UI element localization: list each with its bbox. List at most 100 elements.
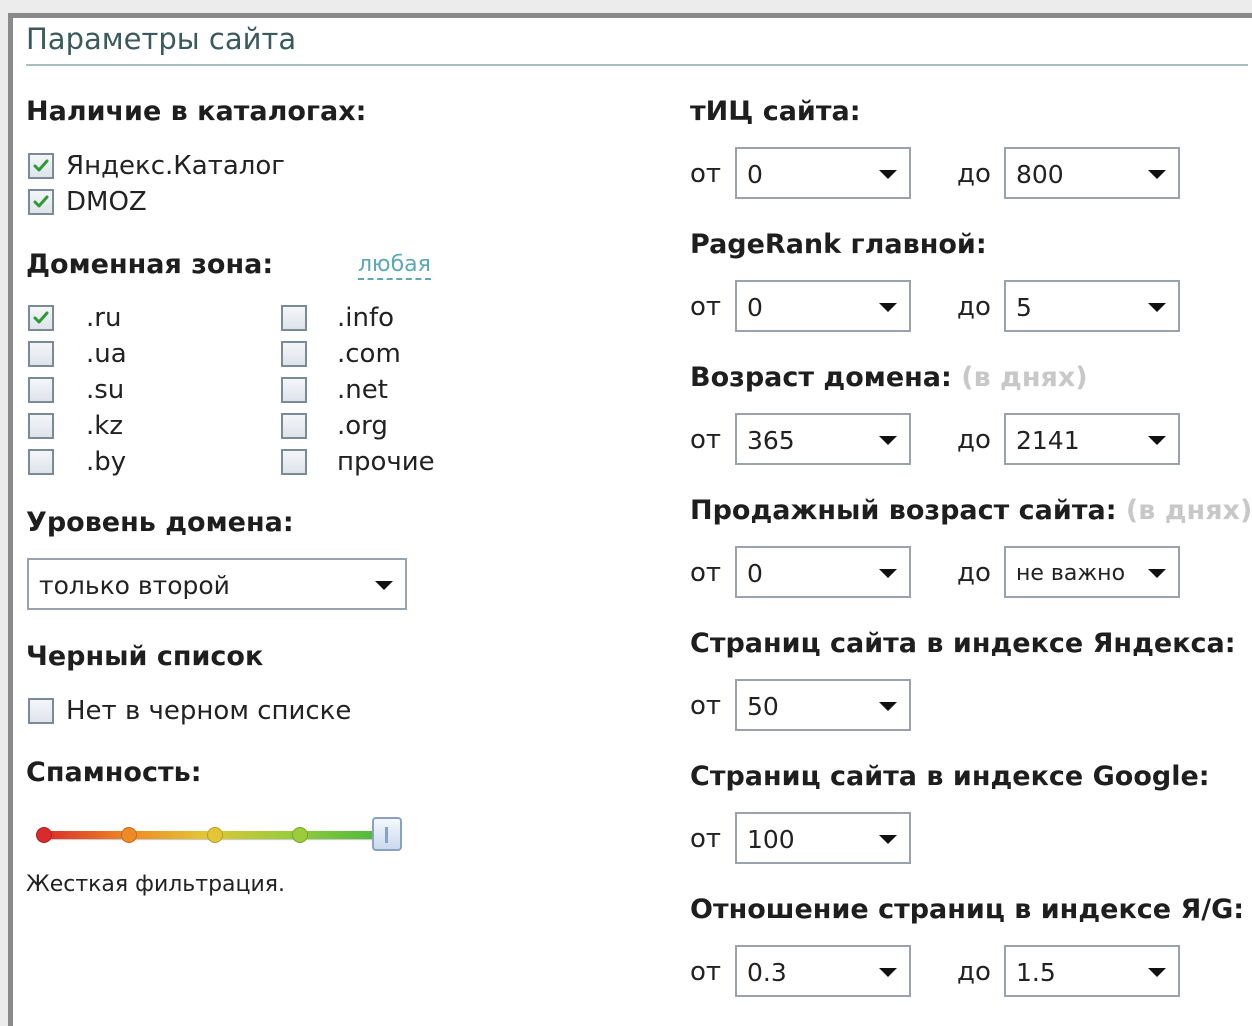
google-pages-heading: Страниц сайта в индексе Google: [690, 761, 1210, 792]
zone-by-checkbox[interactable] [28, 449, 54, 475]
spam-level-marker[interactable] [292, 827, 308, 843]
zone-com-checkbox[interactable] [281, 341, 307, 367]
zone-kz-checkbox[interactable] [28, 413, 54, 439]
spam-level-marker[interactable] [121, 827, 137, 843]
window-frame-left [0, 13, 8, 1026]
zone-other-label: прочие [337, 447, 435, 477]
chevron-down-icon [1148, 436, 1166, 445]
domain-age-to-label: до [957, 425, 991, 455]
domain-age-from-label: от [690, 425, 722, 455]
domain-age-to-value: 2141 [1016, 426, 1080, 455]
window-border-left [8, 13, 13, 1026]
chevron-down-icon [879, 170, 897, 179]
ratio-from-label: от [690, 957, 722, 987]
sale-age-from-select[interactable]: 0 [735, 546, 911, 598]
chevron-down-icon [879, 968, 897, 977]
domain-level-heading: Уровень домена: [26, 507, 294, 538]
sale-age-title: Продажный возраст сайта: [690, 495, 1117, 526]
tic-heading: тИЦ сайта: [690, 96, 861, 127]
zone-su-checkbox[interactable] [28, 377, 54, 403]
blacklist-checkbox[interactable] [28, 698, 54, 724]
dmoz-label: DMOZ [66, 187, 147, 217]
pagerank-to-value: 5 [1016, 293, 1032, 322]
zone-kz-label: .kz [86, 411, 123, 441]
blacklist-heading: Черный список [26, 641, 264, 672]
zone-ua-checkbox[interactable] [28, 341, 54, 367]
sale-age-to-select[interactable]: не важно [1004, 546, 1180, 598]
dmoz-checkbox[interactable] [28, 189, 54, 215]
zone-info-checkbox[interactable] [281, 305, 307, 331]
sale-age-hint: (в днях) [1125, 495, 1252, 526]
chevron-down-icon [1148, 170, 1166, 179]
yandex-pages-heading: Страниц сайта в индексе Яндекса: [690, 628, 1236, 659]
spam-slider[interactable] [36, 814, 406, 856]
chevron-down-icon [1148, 968, 1166, 977]
domain-age-hint: (в днях) [961, 362, 1088, 393]
domain-age-title: Возраст домена: [690, 362, 952, 393]
tic-to-label: до [957, 159, 991, 189]
tic-from-select[interactable]: 0 [735, 147, 911, 199]
window-frame-top [0, 0, 1252, 13]
sale-age-to-label: до [957, 558, 991, 588]
tic-from-label: от [690, 159, 722, 189]
zone-su-label: .su [86, 375, 125, 405]
pagerank-from-value: 0 [747, 293, 763, 322]
sale-age-heading: Продажный возраст сайта: (в днях) [690, 495, 1252, 526]
domain-age-to-select[interactable]: 2141 [1004, 413, 1180, 465]
spam-level-marker[interactable] [207, 827, 223, 843]
catalogs-heading: Наличие в каталогах: [26, 96, 367, 127]
spam-slider-thumb[interactable] [372, 817, 402, 851]
domain-level-select[interactable]: только второй [27, 558, 407, 610]
spam-level-marker[interactable] [36, 827, 52, 843]
zone-net-label: .net [337, 375, 388, 405]
pagerank-from-label: от [690, 292, 722, 322]
yandex-pages-from-label: от [690, 691, 722, 721]
pagerank-heading: PageRank главной: [690, 229, 987, 260]
yandex-catalog-label: Яндекс.Каталог [66, 151, 285, 181]
zone-ua-label: .ua [86, 339, 127, 369]
zone-net-checkbox[interactable] [281, 377, 307, 403]
spam-heading: Спамность: [26, 757, 202, 788]
chevron-down-icon [879, 569, 897, 578]
zone-com-label: .com [337, 339, 401, 369]
zone-info-label: .info [337, 303, 395, 333]
chevron-down-icon [1148, 569, 1166, 578]
yandex-pages-from-value: 50 [747, 692, 779, 721]
ratio-from-value: 0.3 [747, 958, 787, 987]
chevron-down-icon [1148, 303, 1166, 312]
tic-to-value: 800 [1016, 160, 1064, 189]
ratio-to-label: до [957, 957, 991, 987]
domain-age-from-value: 365 [747, 426, 795, 455]
domain-age-from-select[interactable]: 365 [735, 413, 911, 465]
pagerank-to-label: до [957, 292, 991, 322]
zone-org-label: .org [337, 411, 388, 441]
domain-zone-any-link[interactable]: любая [358, 252, 431, 280]
yandex-catalog-checkbox[interactable] [28, 153, 54, 179]
pagerank-to-select[interactable]: 5 [1004, 280, 1180, 332]
google-pages-from-value: 100 [747, 825, 795, 854]
tic-to-select[interactable]: 800 [1004, 147, 1180, 199]
blacklist-label: Нет в черном списке [66, 696, 352, 726]
ratio-from-select[interactable]: 0.3 [735, 945, 911, 997]
zone-ru-checkbox[interactable] [28, 305, 54, 331]
tic-from-value: 0 [747, 160, 763, 189]
pagerank-from-select[interactable]: 0 [735, 280, 911, 332]
ratio-heading: Отношение страниц в индексе Я/G: [690, 894, 1245, 925]
ratio-to-select[interactable]: 1.5 [1004, 945, 1180, 997]
yandex-pages-from-select[interactable]: 50 [735, 679, 911, 731]
domain-zone-heading: Доменная зона: [26, 249, 274, 280]
domain-age-heading: Возраст домена: (в днях) [690, 362, 1088, 393]
chevron-down-icon [879, 303, 897, 312]
google-pages-from-select[interactable]: 100 [735, 812, 911, 864]
google-pages-from-label: от [690, 824, 722, 854]
domain-level-value: только второй [39, 571, 230, 600]
zone-other-checkbox[interactable] [281, 449, 307, 475]
chevron-down-icon [879, 835, 897, 844]
sale-age-to-value: не важно [1016, 561, 1126, 586]
panel-title: Параметры сайта [26, 22, 297, 56]
zone-ru-label: .ru [86, 303, 122, 333]
sale-age-from-value: 0 [747, 559, 763, 588]
chevron-down-icon [879, 702, 897, 711]
zone-org-checkbox[interactable] [281, 413, 307, 439]
ratio-to-value: 1.5 [1016, 958, 1056, 987]
